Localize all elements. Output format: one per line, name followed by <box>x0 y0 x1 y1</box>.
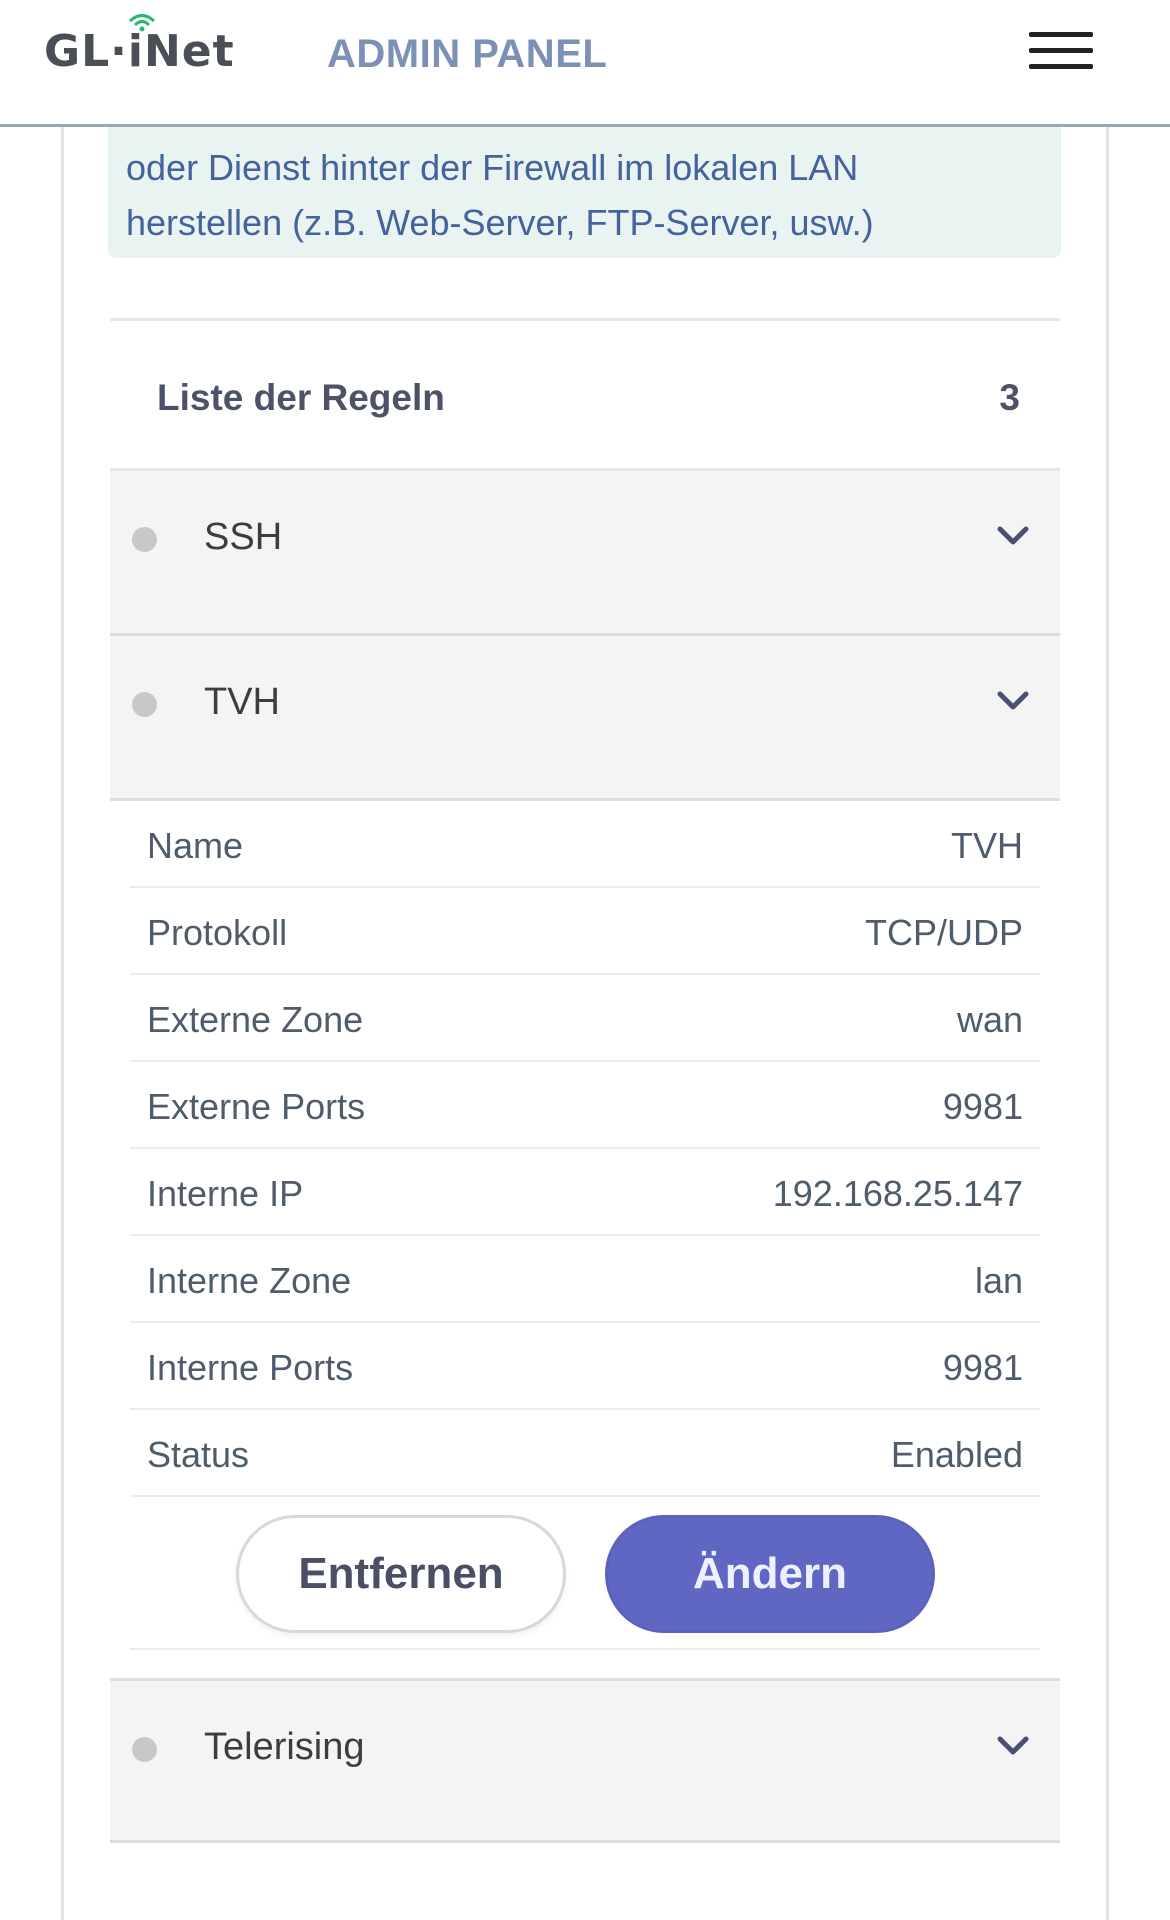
status-dot <box>132 692 157 717</box>
rule-actions: Entfernen Ändern <box>130 1497 1040 1650</box>
rule-item-telerising[interactable]: Telerising <box>110 1678 1060 1843</box>
detail-label: Interne Zone <box>147 1260 352 1301</box>
detail-row-internal-ports: Interne Ports 9981 <box>130 1323 1040 1410</box>
detail-value: lan <box>974 1260 1023 1301</box>
detail-row-internal-ip: Interne IP 192.168.25.147 <box>130 1149 1040 1236</box>
detail-value: 9981 <box>942 1347 1023 1388</box>
detail-label: Name <box>147 825 244 866</box>
detail-row-external-ports: Externe Ports 9981 <box>130 1062 1040 1149</box>
top-header: GL·iNet ADMIN PANEL <box>0 0 1170 127</box>
detail-row-external-zone: Externe Zone wan <box>130 975 1040 1062</box>
page-title: ADMIN PANEL <box>327 32 608 76</box>
detail-value: TVH <box>951 825 1023 866</box>
chevron-down-icon[interactable] <box>996 523 1030 549</box>
hamburger-menu-icon[interactable] <box>1025 26 1097 74</box>
detail-label: Interne IP <box>147 1173 304 1214</box>
rules-header: Liste der Regeln 3 <box>110 318 1060 471</box>
rule-name: SSH <box>204 516 283 558</box>
detail-row-name: Name TVH <box>130 801 1040 888</box>
remove-button[interactable]: Entfernen <box>236 1515 566 1633</box>
wifi-icon <box>128 14 156 32</box>
rule-name: TVH <box>204 681 280 723</box>
chevron-down-icon[interactable] <box>996 688 1030 714</box>
detail-value: 9981 <box>942 1086 1023 1127</box>
detail-value: 192.168.25.147 <box>772 1173 1023 1214</box>
detail-label: Status <box>147 1434 250 1475</box>
detail-value: TCP/UDP <box>864 912 1023 953</box>
status-dot <box>132 527 157 552</box>
info-box: oder Dienst hinter der Firewall im lokal… <box>108 120 1061 258</box>
rule-name: Telerising <box>204 1726 365 1768</box>
info-line-1: oder Dienst hinter der Firewall im lokal… <box>126 147 859 188</box>
edit-button[interactable]: Ändern <box>605 1515 935 1633</box>
detail-label: Interne Ports <box>147 1347 354 1388</box>
detail-value: Enabled <box>890 1434 1023 1475</box>
detail-label: Externe Zone <box>147 999 364 1040</box>
gl-inet-logo[interactable]: GL·iNet <box>44 14 235 77</box>
status-dot <box>132 1737 157 1762</box>
rule-details-tvh: Name TVH Protokoll TCP/UDP Externe Zone … <box>110 801 1060 1650</box>
rules-count: 3 <box>999 377 1020 418</box>
rule-item-ssh[interactable]: SSH <box>110 471 1060 636</box>
rules-title: Liste der Regeln <box>157 377 445 418</box>
chevron-down-icon[interactable] <box>996 1733 1030 1759</box>
detail-row-internal-zone: Interne Zone lan <box>130 1236 1040 1323</box>
rules-list: Liste der Regeln 3 SSH TVH Name TVH Prot… <box>110 318 1060 1843</box>
detail-value: wan <box>956 999 1023 1040</box>
detail-label: Externe Ports <box>147 1086 366 1127</box>
detail-row-status: Status Enabled <box>130 1410 1040 1497</box>
detail-row-protocol: Protokoll TCP/UDP <box>130 888 1040 975</box>
detail-label: Protokoll <box>147 912 288 953</box>
rule-item-tvh[interactable]: TVH <box>110 636 1060 801</box>
info-line-2: herstellen (z.B. Web-Server, FTP-Server,… <box>126 202 874 243</box>
